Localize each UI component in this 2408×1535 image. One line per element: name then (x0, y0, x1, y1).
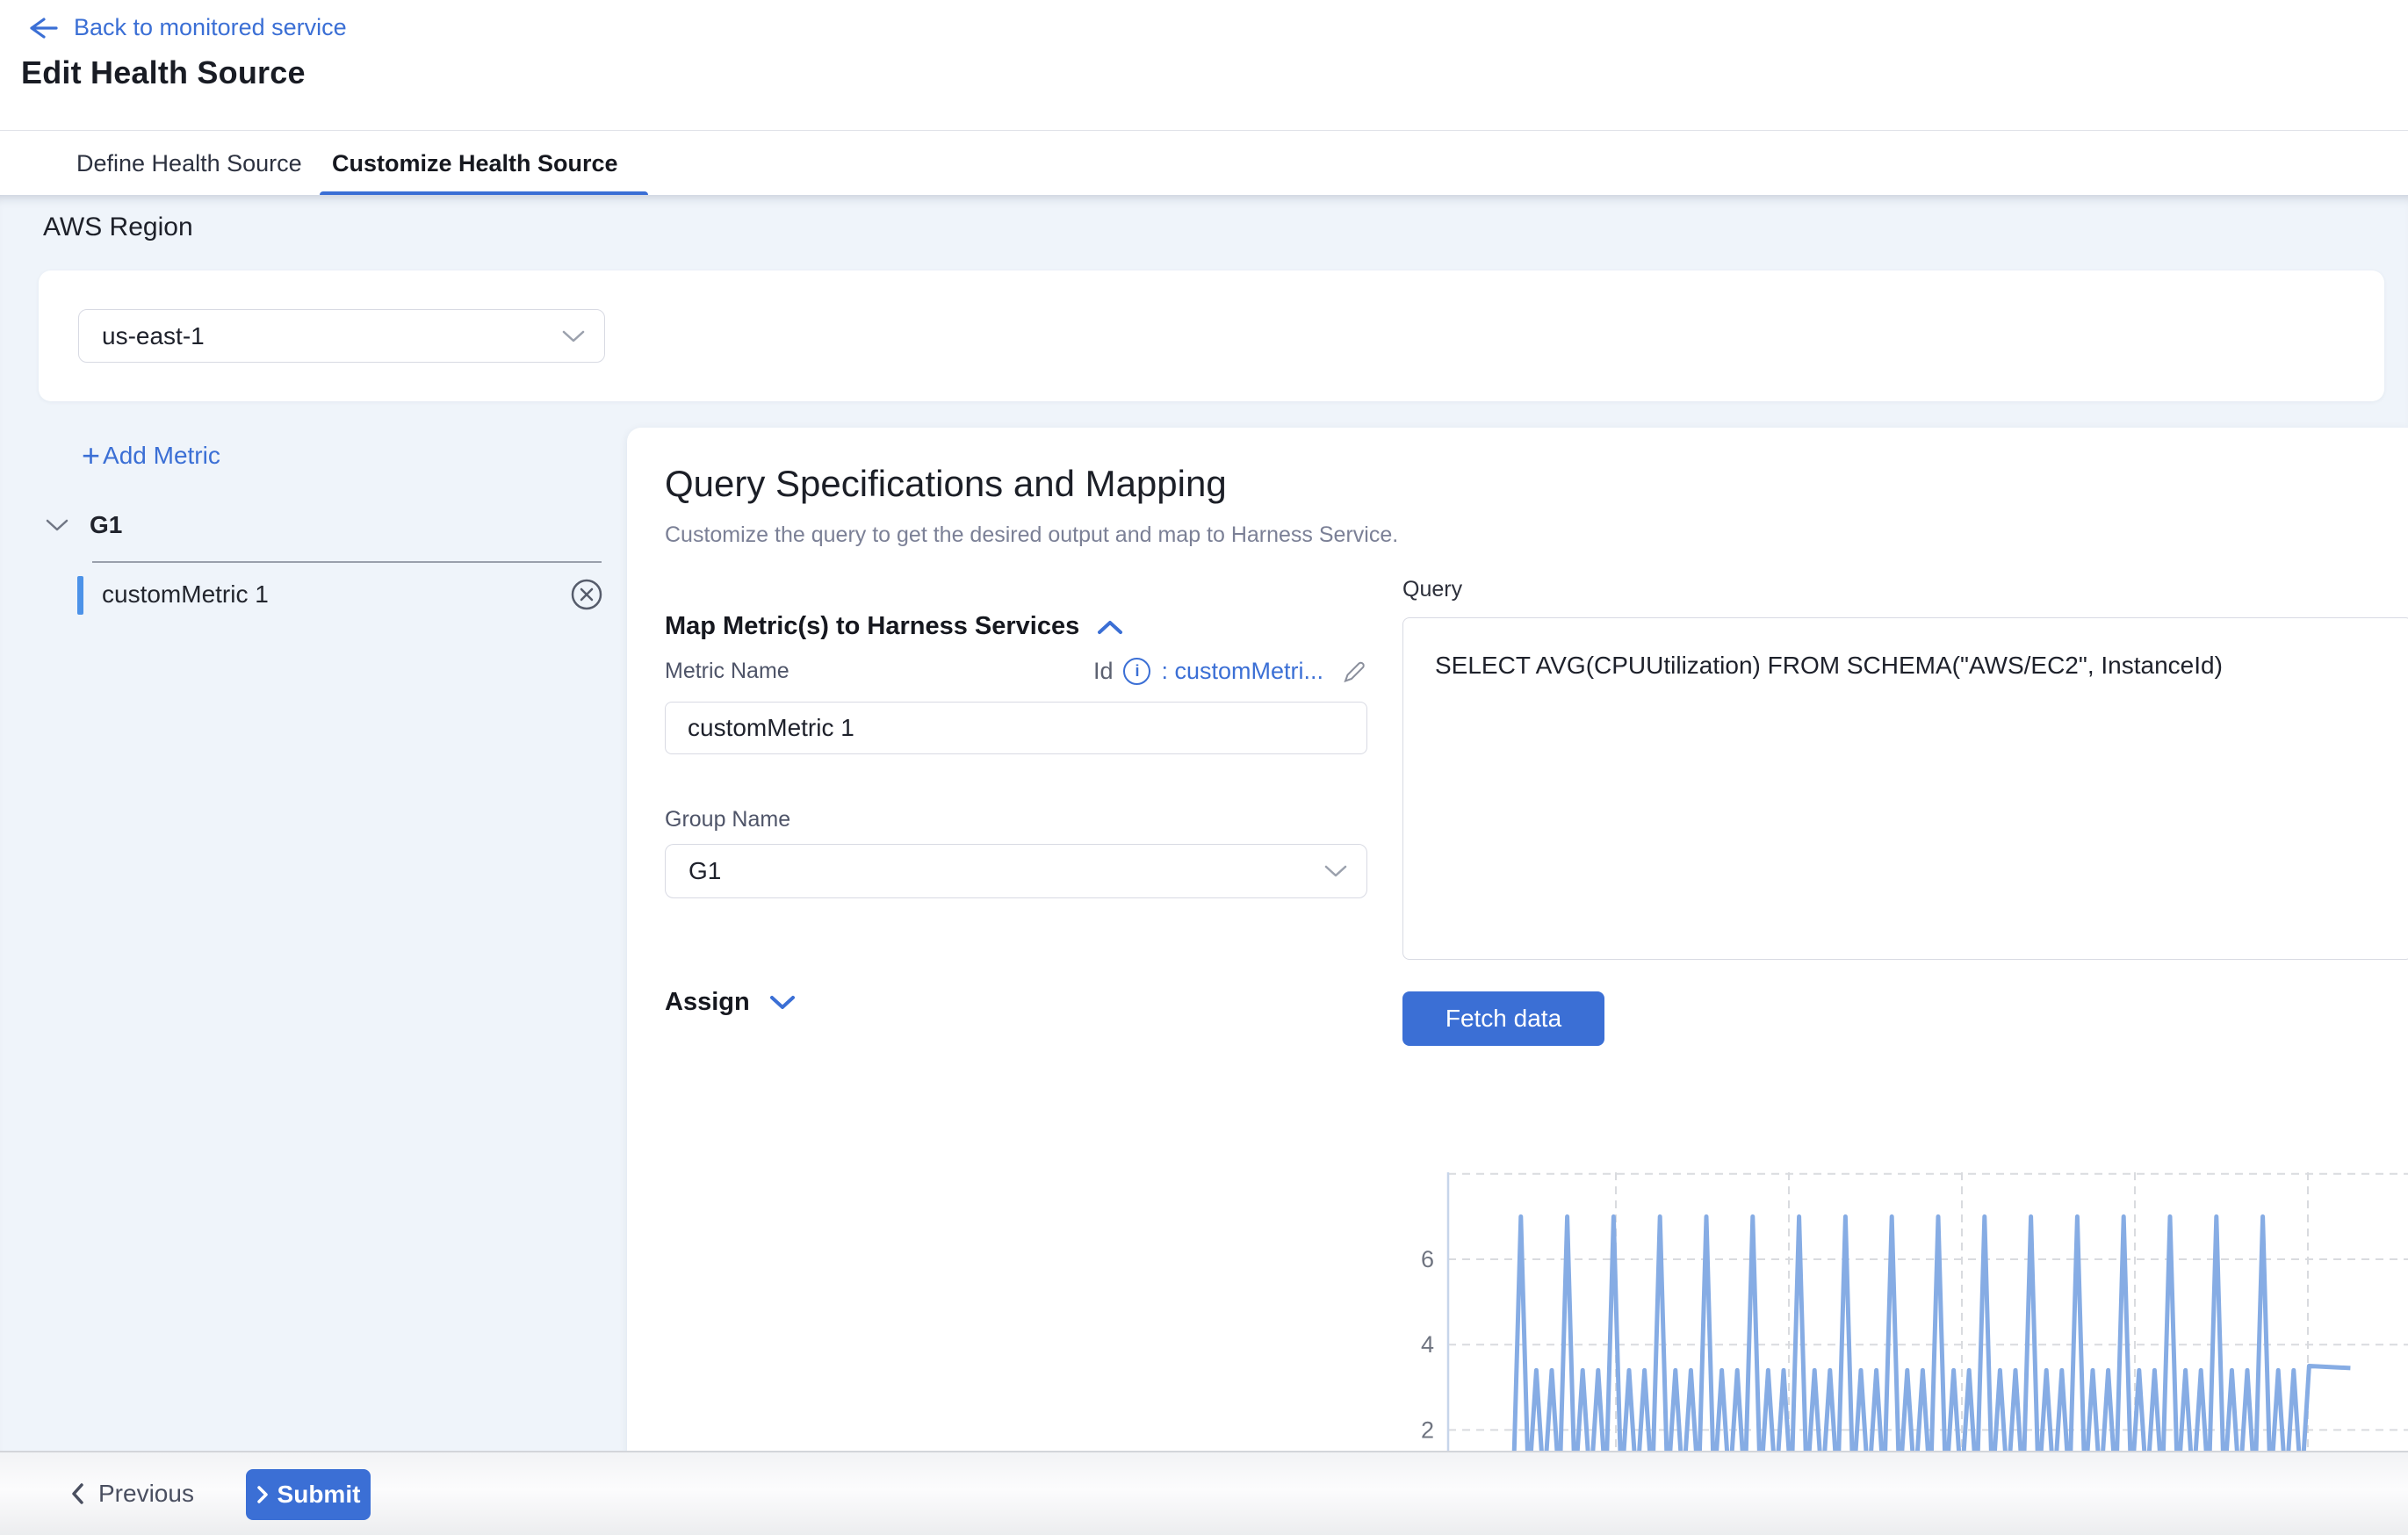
id-value[interactable]: : customMetri... (1161, 658, 1323, 685)
assign-label: Assign (665, 988, 750, 1017)
metric-preview-chart: 2 4 6 (1402, 1162, 2408, 1451)
chevron-left-icon (70, 1482, 84, 1505)
metric-name-input[interactable] (665, 702, 1367, 754)
back-link-label: Back to monitored service (74, 14, 347, 41)
metric-group-label: G1 (90, 511, 122, 539)
edit-pencil-icon[interactable] (1341, 659, 1367, 685)
plus-icon: + (82, 443, 100, 469)
assign-section-toggle[interactable]: Assign (665, 988, 796, 1017)
query-text: SELECT AVG(CPUUtilization) FROM SCHEMA("… (1435, 652, 2223, 679)
edit-health-source-page: Back to monitored service Edit Health So… (0, 0, 2408, 1535)
submit-button[interactable]: Submit (246, 1469, 371, 1520)
content-area: AWS Region us-east-1 + Add Metric G1 (0, 195, 2408, 1451)
previous-button[interactable]: Previous (70, 1452, 194, 1535)
aws-region-card: us-east-1 (39, 270, 2384, 401)
info-icon[interactable]: i (1123, 658, 1150, 685)
query-specifications-card: Query Specifications and Mapping Customi… (627, 428, 2408, 1451)
divider (92, 561, 602, 563)
chevron-down-icon (562, 329, 585, 343)
previous-label: Previous (98, 1480, 194, 1508)
metric-name-row: Metric Name Id i : customMetri... (665, 658, 1367, 685)
chevron-right-icon (256, 1485, 269, 1504)
chevron-down-icon (1324, 864, 1347, 878)
aws-region-select[interactable]: us-east-1 (78, 309, 605, 363)
selected-indicator (77, 576, 83, 615)
group-name-value: G1 (689, 857, 721, 885)
map-metrics-section-toggle[interactable]: Map Metric(s) to Harness Services (665, 612, 1123, 641)
page-header: Back to monitored service Edit Health So… (0, 0, 2408, 130)
section-subheading: Customize the query to get the desired o… (665, 522, 1398, 548)
back-link[interactable]: Back to monitored service (25, 14, 347, 41)
metrics-sidebar: + Add Metric G1 customMetric 1 (0, 428, 627, 1451)
footer-bar: Previous Submit (0, 1451, 2408, 1535)
query-textarea[interactable]: SELECT AVG(CPUUtilization) FROM SCHEMA("… (1402, 617, 2408, 960)
section-heading: Query Specifications and Mapping (665, 463, 1227, 505)
query-label: Query (1402, 577, 1462, 602)
group-name-select[interactable]: G1 (665, 844, 1367, 898)
metric-name-label: Metric Name (665, 659, 789, 684)
metric-group-row[interactable]: G1 (46, 511, 122, 539)
tab-customize-health-source[interactable]: Customize Health Source (332, 131, 618, 196)
aws-region-value: us-east-1 (102, 322, 205, 350)
tab-define-health-source[interactable]: Define Health Source (76, 131, 302, 196)
svg-text:2: 2 (1421, 1416, 1434, 1443)
back-arrow-icon (25, 15, 60, 41)
fetch-data-button[interactable]: Fetch data (1402, 991, 1604, 1046)
metric-id-row: Id i : customMetri... (1093, 658, 1367, 685)
metric-item-label: customMetric 1 (102, 570, 269, 619)
group-name-label: Group Name (665, 807, 790, 832)
chevron-up-icon (1097, 618, 1123, 636)
submit-label: Submit (278, 1481, 361, 1509)
aws-region-label: AWS Region (43, 213, 193, 242)
map-metrics-title: Map Metric(s) to Harness Services (665, 612, 1079, 641)
add-metric-label: Add Metric (103, 442, 220, 470)
remove-metric-icon[interactable] (569, 577, 604, 612)
svg-text:4: 4 (1421, 1331, 1434, 1358)
svg-text:6: 6 (1421, 1246, 1434, 1272)
metric-list-item[interactable]: customMetric 1 (0, 570, 627, 619)
page-title: Edit Health Source (21, 54, 306, 91)
id-label: Id (1093, 658, 1114, 685)
add-metric-button[interactable]: + Add Metric (82, 442, 220, 470)
tab-bar: Define Health Source Customize Health So… (0, 130, 2408, 196)
chevron-down-icon (46, 518, 68, 532)
chevron-down-icon (769, 994, 796, 1012)
